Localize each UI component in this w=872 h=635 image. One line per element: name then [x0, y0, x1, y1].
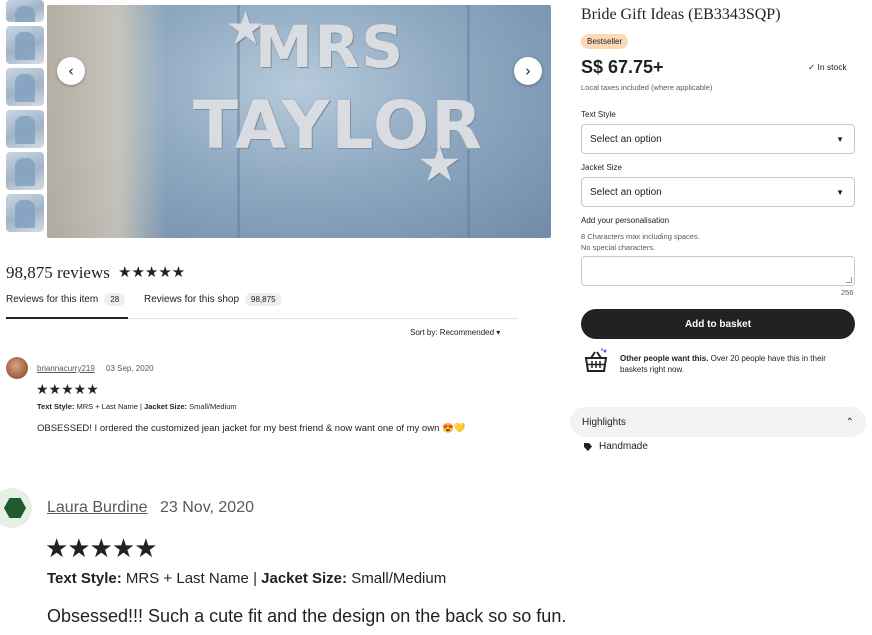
jacket-text-line1: MRS [255, 13, 406, 81]
review-text: Obsessed!!! Such a cute fit and the desi… [47, 606, 567, 626]
variation-label: Text Style: [47, 570, 122, 587]
reviews-rating-stars: ★★★★★ [118, 264, 186, 281]
resize-grip-icon[interactable] [846, 277, 852, 283]
highlights-accordion[interactable]: Highlights ⌃ [570, 407, 866, 437]
sort-dropdown[interactable]: Sort by: Recommended ▾ [410, 328, 500, 337]
select-value: Select an option [590, 133, 662, 145]
highlight-item: Handmade [583, 441, 648, 452]
review-text: OBSESSED! I ordered the customized jean … [37, 423, 466, 434]
basket-demand-note: Other people want this. Over 20 people h… [620, 353, 850, 375]
chevron-right-icon: › [525, 62, 531, 80]
personalisation-label: Add your personalisation [581, 216, 670, 225]
add-to-basket-button[interactable]: Add to basket [581, 309, 855, 339]
separator: | [253, 570, 262, 587]
variation-label: Jacket Size: [261, 570, 348, 587]
caret-down-icon: ▼ [836, 134, 844, 144]
thumbnail[interactable] [6, 194, 44, 232]
basket-icon [584, 348, 608, 372]
bestseller-badge: Bestseller [581, 34, 629, 49]
tab-reviews-shop[interactable]: Reviews for this shop 98,875 [144, 293, 282, 318]
review-date: 03 Sep, 2020 [106, 364, 154, 373]
thumbnail[interactable] [6, 0, 44, 22]
reviews-total: 98,875 reviews [6, 263, 110, 282]
review-variation: Text Style: MRS + Last Name | Jacket Siz… [37, 402, 237, 411]
thumbnail[interactable] [6, 26, 44, 64]
tab-count-badge: 98,875 [245, 293, 282, 306]
reviews-tabs: Reviews for this item 28 Reviews for thi… [6, 293, 518, 319]
star-patch: ★ [417, 136, 462, 192]
personalisation-note: 8 Characters max including spaces. [581, 232, 700, 241]
previous-image-button[interactable]: ‹ [57, 57, 85, 85]
variation-label: Jacket Size: [144, 402, 188, 411]
main-product-image[interactable]: ★ MRS TAYLOR ★ [47, 5, 551, 238]
tag-icon [584, 442, 592, 451]
thumbnail[interactable] [6, 68, 44, 106]
thumbnail[interactable] [6, 110, 44, 148]
select-value: Select an option [590, 186, 662, 198]
personalisation-note: No special characters. [581, 243, 656, 252]
review-author-link[interactable]: briannacurry219 [37, 364, 95, 373]
tab-label: Reviews for this item [6, 294, 99, 305]
product-price: S$ 67.75+ [581, 57, 664, 77]
review-stars: ★★★★★ [36, 381, 99, 397]
stock-label: In stock [817, 62, 847, 72]
character-counter: 256 [841, 288, 854, 297]
review-stars: ★★★★★ [45, 533, 158, 563]
avatar [6, 357, 28, 379]
jacket-size-label: Jacket Size [581, 163, 622, 172]
highlight-item-label: Handmade [599, 441, 648, 452]
variation-label: Text Style: [37, 402, 75, 411]
jacket-size-select[interactable]: Select an option ▼ [581, 177, 855, 207]
review-author-link[interactable]: Laura Burdine [47, 499, 148, 517]
text-style-label: Text Style [581, 110, 616, 119]
thumbnail[interactable] [6, 152, 44, 190]
variation-value: Small/Medium [351, 570, 447, 587]
basket-note-bold: Other people want this. [620, 354, 709, 363]
caret-down-icon: ▼ [836, 187, 844, 197]
thumbnail-strip [6, 0, 44, 236]
review-variation: Text Style: MRS + Last Name | Jacket Siz… [47, 570, 446, 587]
stock-status: ✓ In stock [808, 62, 847, 73]
tab-label: Reviews for this shop [144, 294, 240, 305]
review-date: 23 Nov, 2020 [160, 499, 254, 516]
variation-value: MRS + Last Name [76, 402, 138, 411]
taxes-note: Local taxes included (where applicable) [581, 83, 713, 92]
personalisation-textarea[interactable] [581, 256, 855, 286]
tab-reviews-item[interactable]: Reviews for this item 28 [6, 293, 126, 318]
avatar [0, 488, 32, 528]
active-tab-indicator [6, 317, 128, 319]
chevron-left-icon: ‹ [68, 62, 74, 80]
variation-value: MRS + Last Name [125, 570, 249, 587]
next-image-button[interactable]: › [514, 57, 542, 85]
variation-value: Small/Medium [189, 402, 237, 411]
highlights-label: Highlights [582, 416, 626, 428]
text-style-select[interactable]: Select an option ▼ [581, 124, 855, 154]
chevron-up-icon: ⌃ [845, 416, 854, 428]
product-title: Bride Gift Ideas (EB3343SQP) [581, 6, 781, 23]
tab-count-badge: 28 [104, 293, 126, 306]
